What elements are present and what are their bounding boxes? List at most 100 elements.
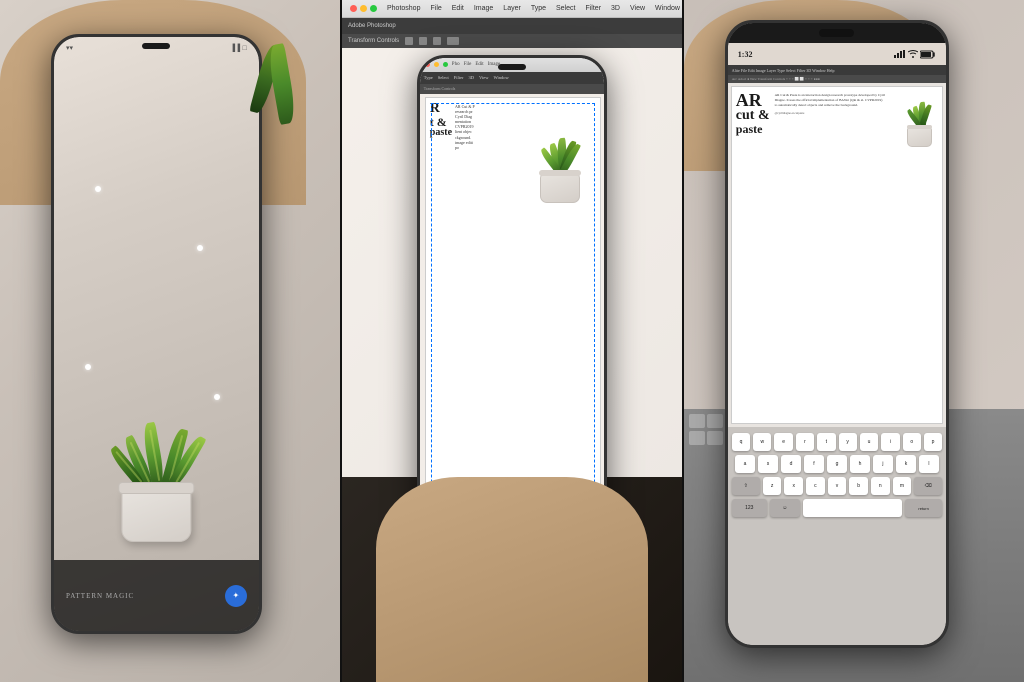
p2-tool-window[interactable]: Window <box>493 75 508 80</box>
phone-2-options-bar: Transform Controls <box>420 84 604 94</box>
traffic-lights <box>350 5 377 12</box>
ps-tool-1[interactable] <box>405 37 413 45</box>
ar-dot-2 <box>197 245 203 251</box>
key-h[interactable]: h <box>850 455 870 473</box>
menu-window[interactable]: Window <box>655 5 680 12</box>
menu-image[interactable]: Image <box>474 5 493 12</box>
battery-icon <box>920 50 936 59</box>
ps-tool-3[interactable] <box>433 37 441 45</box>
key-m[interactable]: m <box>893 477 912 495</box>
p3-ps-options-text: Arc Adoct ● New Transform Controls ≡ ≡ ≡… <box>732 77 820 81</box>
menu-edit[interactable]: Edit <box>452 5 464 12</box>
key-l[interactable]: l <box>919 455 939 473</box>
ps-tool-4[interactable] <box>447 37 459 45</box>
menu-photoshop[interactable]: Photoshop <box>387 5 420 12</box>
maximize-dot[interactable] <box>370 5 377 12</box>
phone-1-frame: ▾▾ ▌▌□ PATTERN <box>51 34 262 634</box>
close-dot[interactable] <box>350 5 357 12</box>
key-e[interactable]: e <box>774 433 792 451</box>
p2-doc-content: R t & paste <box>426 98 600 155</box>
p2-close-dot[interactable] <box>425 62 430 67</box>
p3-body-text-col: AR Cut & Paste is an interaction design … <box>775 93 886 115</box>
ps-transform-controls: Transform Controls <box>348 38 399 44</box>
key-a[interactable]: a <box>735 455 755 473</box>
menu-3d[interactable]: 3D <box>611 5 620 12</box>
key-u[interactable]: u <box>860 433 878 451</box>
plant-pot-3 <box>907 127 932 147</box>
key-z[interactable]: z <box>763 477 782 495</box>
ar-dot-1 <box>95 186 101 192</box>
menu-type[interactable]: Type <box>531 5 546 12</box>
ps-tool-2[interactable] <box>419 37 427 45</box>
p2-tool-3d[interactable]: 3D <box>468 75 474 80</box>
plant-pot-1 <box>121 487 191 542</box>
menu-view[interactable]: View <box>630 5 645 12</box>
p2-letter-r: R <box>430 102 452 116</box>
key-o[interactable]: o <box>903 433 921 451</box>
menu-file[interactable]: File <box>430 5 441 12</box>
key-shift[interactable]: ⇧ <box>732 477 760 495</box>
p2-text-paste: paste <box>430 128 452 138</box>
phone-2-menu-items: Pho File Edit Image <box>452 62 500 67</box>
lk-8[interactable] <box>689 431 705 445</box>
ps-app-name: Adobe Photoshop <box>348 23 396 29</box>
plant-pot-2 <box>540 173 580 203</box>
ar-dot-3 <box>85 364 91 370</box>
menu-select[interactable]: Select <box>556 5 575 12</box>
key-x[interactable]: x <box>784 477 803 495</box>
p3-ps-title: Altte File Edit Image Layer Type Select … <box>732 68 835 73</box>
p3-plant <box>902 90 937 147</box>
key-v[interactable]: v <box>828 477 847 495</box>
p2-menu-file[interactable]: File <box>464 62 472 67</box>
p2-minimize-dot[interactable] <box>434 62 439 67</box>
key-numbers[interactable]: 123 <box>732 499 767 517</box>
key-k[interactable]: k <box>896 455 916 473</box>
phone-notch-1 <box>142 43 170 49</box>
key-b[interactable]: b <box>849 477 868 495</box>
battery-icons-1: ▌▌□ <box>233 44 247 52</box>
p2-tool-select[interactable]: Select <box>438 75 449 80</box>
p2-tool-type[interactable]: Type <box>424 75 433 80</box>
key-f[interactable]: f <box>804 455 824 473</box>
key-d[interactable]: d <box>781 455 801 473</box>
lk-1[interactable] <box>689 414 705 428</box>
bg-leaf-group <box>248 44 328 164</box>
key-n[interactable]: n <box>871 477 890 495</box>
key-w[interactable]: w <box>753 433 771 451</box>
p3-canvas-area: AR cut & paste <box>728 83 946 427</box>
key-p[interactable]: p <box>924 433 942 451</box>
bottom-bar-1: PATTERN MAGIC ✦ <box>54 560 259 631</box>
hand-holding-phone-2 <box>376 477 648 682</box>
keyboard-row-2: a s d f g h j k l <box>728 453 946 475</box>
lk-2[interactable] <box>707 414 723 428</box>
key-s[interactable]: s <box>758 455 778 473</box>
p2-menu-edit[interactable]: Edit <box>475 62 483 67</box>
menu-filter[interactable]: Filter <box>585 5 601 12</box>
key-t[interactable]: t <box>817 433 835 451</box>
key-return[interactable]: return <box>905 499 942 517</box>
key-j[interactable]: j <box>873 455 893 473</box>
key-c[interactable]: c <box>806 477 825 495</box>
key-y[interactable]: y <box>839 433 857 451</box>
lk-9[interactable] <box>707 431 723 445</box>
key-r[interactable]: r <box>796 433 814 451</box>
plant-leaves-1 <box>116 387 196 487</box>
p2-body-text-block: AR Cut & P research pr Cyril Diag mentat… <box>455 104 475 151</box>
minimize-dot[interactable] <box>360 5 367 12</box>
menu-layer[interactable]: Layer <box>503 5 521 12</box>
key-space[interactable] <box>803 499 902 517</box>
key-i[interactable]: i <box>881 433 899 451</box>
p2-tool-view[interactable]: View <box>479 75 488 80</box>
p2-tool-filter[interactable]: Filter <box>454 75 464 80</box>
p2-menu-ps[interactable]: Pho <box>452 62 460 67</box>
key-emoji[interactable]: ☺ <box>770 499 800 517</box>
key-backspace[interactable]: ⌫ <box>914 477 942 495</box>
phone-3-notch <box>819 29 854 37</box>
p2-typography: R t & paste <box>430 102 452 138</box>
phone-3-time: 1:32 <box>738 50 753 59</box>
phone-3-frame: 1:32 <box>725 20 949 647</box>
p2-maximize-dot[interactable] <box>443 62 448 67</box>
bottom-icon-circle[interactable]: ✦ <box>225 585 247 607</box>
key-q[interactable]: q <box>732 433 750 451</box>
key-g[interactable]: g <box>827 455 847 473</box>
